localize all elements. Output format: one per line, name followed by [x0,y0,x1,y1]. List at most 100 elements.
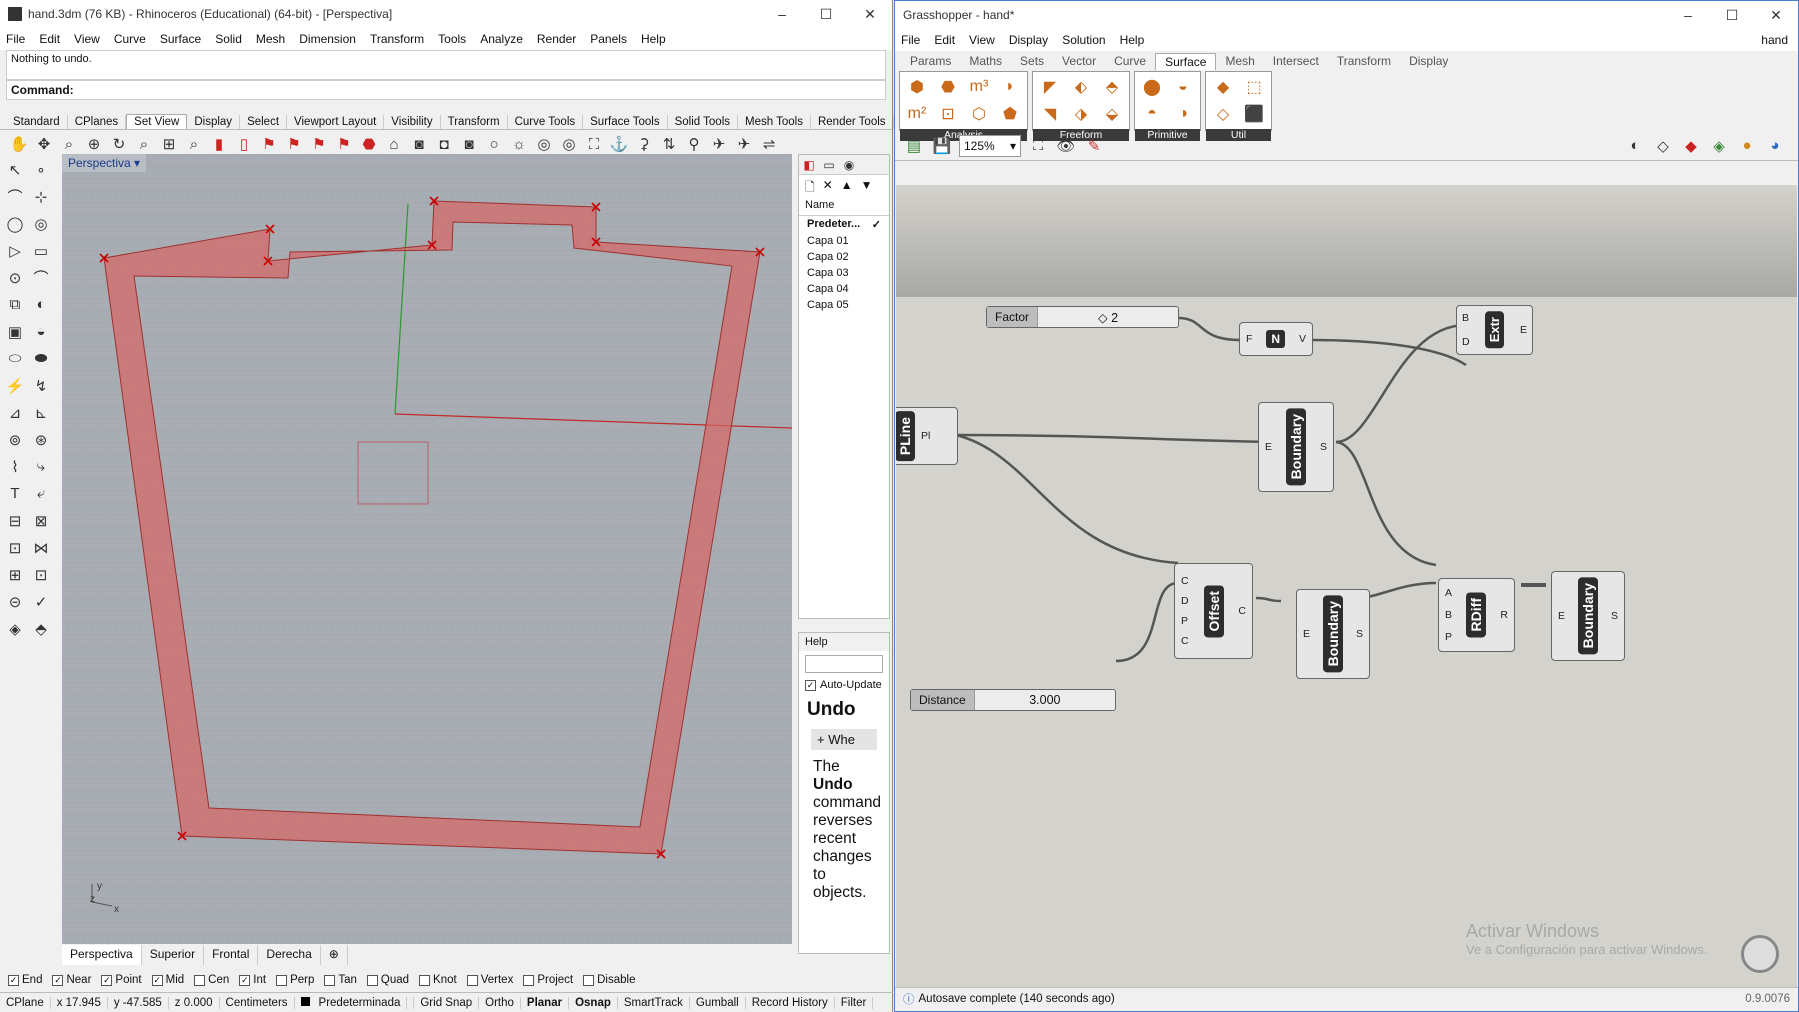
anchor-icon[interactable]: ⚓ [608,133,630,155]
hide-icon[interactable]: ⊝ [4,590,26,613]
fillet-icon[interactable]: ⌇ [4,455,26,478]
radial-menu-icon[interactable] [1741,935,1779,973]
toolbar-tab-standard[interactable]: Standard [6,115,68,129]
menu-panels[interactable]: Panels [590,32,627,46]
curve-icon[interactable]: ⊹ [30,185,52,208]
menu-view[interactable]: View [74,32,100,46]
osnap-cen[interactable]: Cen [194,974,229,986]
plane-icon[interactable]: ✈ [708,133,730,155]
factor-value[interactable]: ◇ 2 [1038,310,1178,325]
gh-menu-file[interactable]: File [901,33,920,47]
status-gumball[interactable]: Gumball [690,996,746,1009]
gh-tab-surface[interactable]: Surface [1155,52,1217,70]
freeform-tool-icon[interactable]: ⬘ [1097,74,1127,100]
menu-surface[interactable]: Surface [160,32,201,46]
status-osnap[interactable]: Osnap [569,996,618,1009]
wireframe-icon[interactable]: ◇ [1652,135,1674,157]
boundary-component-2[interactable]: E Boundary S [1296,589,1370,679]
gh-menu-view[interactable]: View [969,33,995,47]
move-up-icon[interactable]: ▲ [841,178,853,192]
gh-tab-mesh[interactable]: Mesh [1216,53,1263,69]
toolbar-tab-display[interactable]: Display [187,115,241,129]
osnap-vertex[interactable]: Vertex [466,974,513,986]
offset-icon[interactable]: ⤷ [30,455,52,478]
analysis-tool-icon[interactable]: ⬣ [933,74,963,100]
freeform-tool-icon[interactable]: ⬖ [1066,74,1096,100]
trim-icon[interactable]: ⤶ [30,482,52,505]
status-smarttrack[interactable]: SmartTrack [618,996,690,1009]
factor-slider[interactable]: Factor ◇ 2 [986,306,1179,328]
sketch-icon[interactable]: ✎ [1083,135,1105,157]
offset-component[interactable]: C D P C Offset C [1174,563,1253,659]
car-icon[interactable]: ⚑ [333,133,355,155]
checkbox[interactable]: ✓ [239,974,251,986]
checkbox[interactable] [523,974,535,986]
checkbox[interactable] [276,974,288,986]
swap-icon[interactable]: ⇌ [758,133,780,155]
freeform-tool-icon[interactable]: ◥ [1035,101,1065,127]
move-icon[interactable]: ✥ [33,133,55,155]
mesh-icon[interactable]: ⊟ [4,509,26,532]
car-icon[interactable]: ⚑ [308,133,330,155]
selected-only-icon[interactable]: ◈ [1708,135,1730,157]
surface-icon[interactable]: ⧉ [4,293,26,316]
plane-icon[interactable]: ✈ [733,133,755,155]
zoom-dropdown[interactable]: 125% ▾ [959,134,1021,157]
add-view-tab-button[interactable]: ⊕ [321,945,348,965]
analysis-tool-icon[interactable]: ⬡ [964,101,994,127]
toolbar-tab-curve-tools[interactable]: Curve Tools [508,115,584,129]
zoom-selected-icon[interactable]: ⌕ [183,133,205,155]
point-icon[interactable]: ∘ [30,158,52,181]
where-to-find-button[interactable]: + Whe [811,729,877,750]
circle-icon[interactable]: ◯ [4,212,26,235]
layer-row[interactable]: Capa 02 [799,249,889,265]
zoom-extents-icon[interactable]: ⛶ [1027,135,1049,157]
display-settings-icon[interactable]: ◕ [1764,135,1786,157]
boundary-component-3[interactable]: E Boundary S [1551,571,1625,661]
osnap-quad[interactable]: Quad [366,974,409,986]
save-icon[interactable]: 💾 [931,135,953,157]
command-prompt[interactable]: Command: [6,80,886,100]
toolbar-tab-set-view[interactable]: Set View [126,114,188,129]
checkbox[interactable]: ✓ [52,974,64,986]
close-button[interactable]: ✕ [848,6,892,23]
annotate-icon[interactable]: ⊾ [30,401,52,424]
osnap-end[interactable]: ✓ End [8,974,42,986]
toolbar-tab-viewport-layout[interactable]: Viewport Layout [287,115,385,129]
checkbox[interactable]: ✓ [101,974,113,986]
shaded-icon[interactable]: ◆ [1680,135,1702,157]
status-planar[interactable]: Planar [521,996,570,1009]
menu-mesh[interactable]: Mesh [256,32,285,46]
checkbox[interactable] [324,974,336,986]
primitive-tool-icon[interactable]: ⬤ [1137,74,1167,100]
solid-icon[interactable]: ◒ [30,320,52,343]
zoom-in-icon[interactable]: ⊕ [83,133,105,155]
checkbox[interactable] [366,974,378,986]
layers-icon[interactable]: ◧ [802,158,816,172]
toolbar-tab-visibility[interactable]: Visibility [384,115,441,129]
view-tab-superior[interactable]: Superior [142,945,205,965]
primitive-tool-icon[interactable]: ◓ [1137,101,1167,127]
menu-tools[interactable]: Tools [438,32,466,46]
checkbox[interactable] [419,974,431,986]
open-icon[interactable]: ▤ [903,135,925,157]
status-ortho[interactable]: Ortho [479,996,521,1009]
osnap-knot[interactable]: Knot [419,974,457,986]
analyze-icon[interactable]: ⋈ [30,536,52,559]
toolbar-tab-surface-tools[interactable]: Surface Tools [583,115,668,129]
checkbox[interactable]: ✓ [8,974,19,986]
analysis-tool-icon[interactable]: ◗ [995,74,1025,100]
checkbox[interactable]: ✓ [151,974,163,986]
auto-update-checkbox[interactable]: ✓ Auto-Update [799,677,889,693]
checkbox[interactable] [583,974,595,986]
gh-canvas[interactable]: Factor ◇ 2 FNV B D Extr E PLine Pl E Boundary S… [896,185,1797,987]
toolbar-tab-cplanes[interactable]: CPlanes [68,115,127,129]
distance-slider[interactable]: Distance 3.000 [910,689,1116,711]
osnap-tan[interactable]: Tan [324,974,357,986]
maximize-button[interactable]: ☐ [804,6,848,23]
gh-menu-solution[interactable]: Solution [1062,33,1105,47]
menu-curve[interactable]: Curve [114,32,146,46]
help-search-input[interactable] [805,655,883,673]
toolbar-tab-transform[interactable]: Transform [441,115,508,129]
target-icon[interactable]: ◎ [558,133,580,155]
